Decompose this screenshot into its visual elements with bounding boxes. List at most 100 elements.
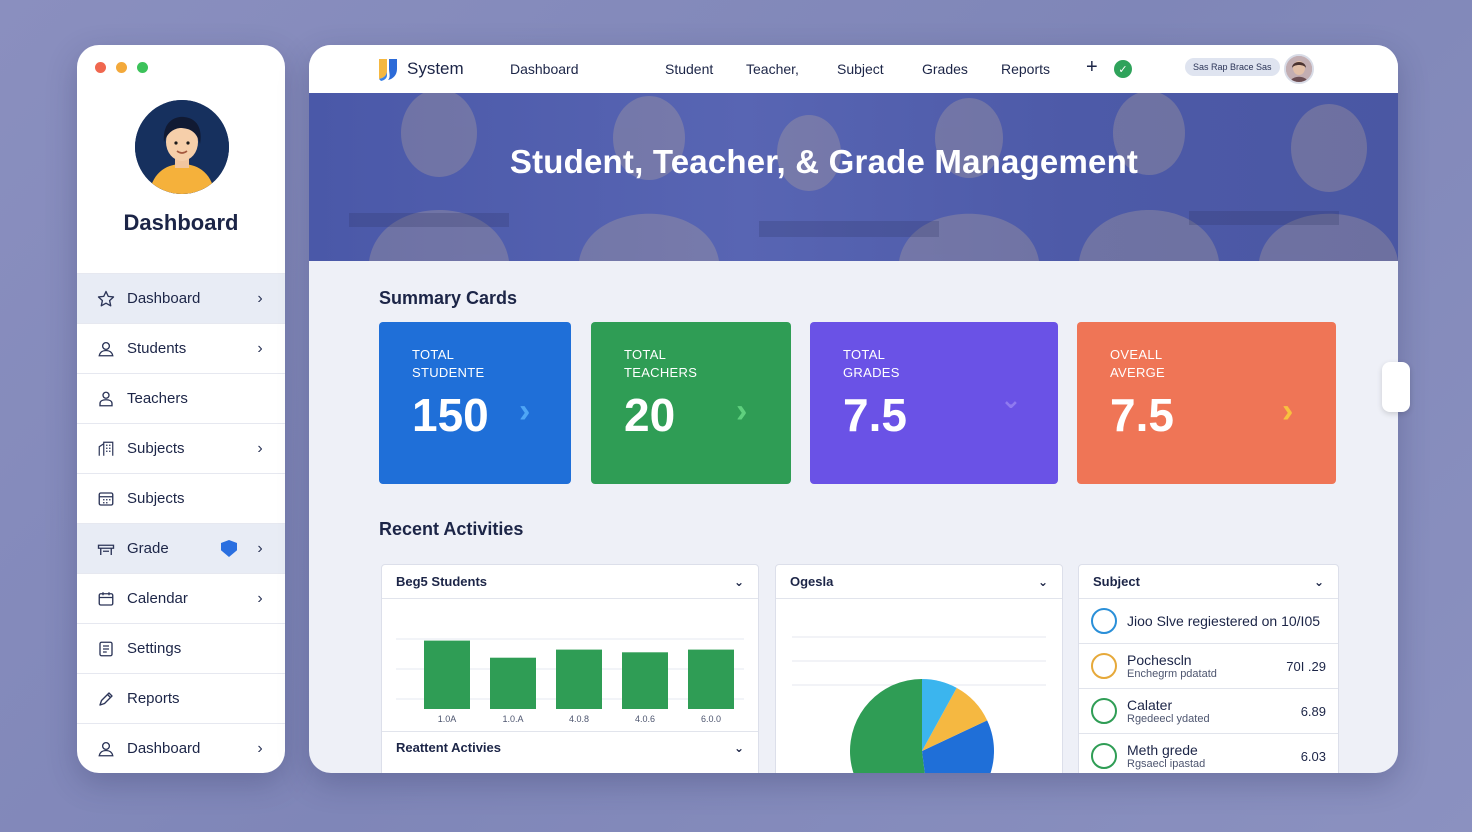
panel-title: Beg5 Students xyxy=(396,574,488,589)
pie-slice[interactable] xyxy=(850,679,931,773)
chevron-down-icon[interactable]: ⌄ xyxy=(734,575,744,589)
card-label-line2: AVERGE xyxy=(1110,365,1166,380)
sidebar-item-label: Grade xyxy=(127,540,169,557)
card-label-line2: STUDENTE xyxy=(412,365,485,380)
card-label-line1: TOTAL xyxy=(624,347,667,362)
sidebar-item-label: Reports xyxy=(127,690,180,707)
top-bar: System Dashboard Student Teacher, Subjec… xyxy=(309,45,1398,93)
clock-icon xyxy=(1091,653,1117,679)
sidebar-item-dashboard[interactable]: Dashboard › xyxy=(77,273,285,323)
card-value: 20 xyxy=(624,389,676,441)
side-panel-handle[interactable] xyxy=(1382,362,1410,412)
sidebar-item-calendar[interactable]: Calendar › xyxy=(77,573,285,623)
calendar-icon xyxy=(95,588,117,610)
sidebar-item-grade[interactable]: Grade › xyxy=(77,523,285,573)
maximize-dot[interactable] xyxy=(137,62,148,73)
window-controls xyxy=(95,62,148,73)
panel-header[interactable]: Ogesla ⌄ xyxy=(776,565,1062,599)
sidebar-item-settings[interactable]: Settings xyxy=(77,623,285,673)
user-name-pill[interactable]: Sas Rap Brace Sas xyxy=(1185,58,1280,76)
sidebar-item-label: Subjects xyxy=(127,490,185,507)
summary-section-title: Summary Cards xyxy=(379,288,518,308)
activity-row[interactable]: Meth grede Rgsaecl ipastad 6.03 xyxy=(1079,734,1338,773)
chevron-right-icon[interactable]: › xyxy=(519,392,530,431)
bar-tick-label: 1.0A xyxy=(438,714,457,724)
chevron-right-icon: › xyxy=(257,289,263,307)
document-icon xyxy=(95,638,117,660)
bar[interactable] xyxy=(688,649,734,709)
add-button[interactable]: + xyxy=(1086,56,1098,79)
user-icon xyxy=(95,338,117,360)
card-value: 150 xyxy=(412,389,489,441)
bar-tick-label: 4.0.6 xyxy=(635,714,655,724)
pie-chart xyxy=(792,636,1046,773)
sidebar-title: Dashboard xyxy=(123,210,239,235)
card-value: 7.5 xyxy=(1110,389,1174,441)
card-label-line2: TEACHERS xyxy=(624,365,698,380)
topnav-student[interactable]: Student xyxy=(665,61,713,77)
activity-subtitle: Rgsaecl ipastad xyxy=(1127,758,1206,770)
sidebar-item-subjects[interactable]: Subjects xyxy=(77,473,285,523)
chevron-right-icon: › xyxy=(257,539,263,557)
activity-subtitle: Rgedeecl ydated xyxy=(1127,713,1210,725)
sidebar-item-label: Students xyxy=(127,340,187,357)
pencil-icon xyxy=(95,688,117,710)
activity-value: 6.89 xyxy=(1300,703,1326,719)
subject-activity-panel: Subject ⌄ Jioo Slve regiestered on 10/I0… xyxy=(1078,564,1339,773)
chevron-right-icon[interactable]: › xyxy=(736,392,747,431)
clock-icon xyxy=(1091,608,1117,634)
sidebar-item-dashboard[interactable]: Dashboard › xyxy=(77,723,285,773)
chevron-down-icon[interactable]: ⌄ xyxy=(1314,575,1324,589)
close-dot[interactable] xyxy=(95,62,106,73)
panel-title: Subject xyxy=(1093,574,1140,589)
card-total-students[interactable]: TOTAL STUDENTE 150 › xyxy=(379,322,571,484)
bar[interactable] xyxy=(556,649,602,709)
sidebar-item-label: Subjects xyxy=(127,440,185,457)
topnav-teacher[interactable]: Teacher, xyxy=(746,61,799,77)
sidebar: Dashboard Dashboard › Students › Teachers Sub… xyxy=(77,45,285,773)
brand-name[interactable]: System xyxy=(407,59,464,79)
activity-value: 6.03 xyxy=(1300,748,1326,764)
shield-icon xyxy=(221,540,237,557)
status-online-icon[interactable]: ✓ xyxy=(1114,60,1132,78)
sidebar-item-label: Dashboard xyxy=(127,740,201,757)
bar-tick-label: 1.0.A xyxy=(502,714,523,724)
chevron-down-icon[interactable]: ⌄ xyxy=(1000,384,1022,415)
chevron-down-icon[interactable]: ⌄ xyxy=(1038,575,1048,589)
sidebar-item-label: Settings xyxy=(127,640,182,657)
topnav-dashboard[interactable]: Dashboard xyxy=(510,61,579,77)
hero-banner: Student, Teacher, & Grade Management xyxy=(309,93,1398,261)
activity-title: Pochescln xyxy=(1127,652,1192,668)
panel-footer[interactable]: Reattent Activies ⌄ xyxy=(382,731,758,763)
sidebar-item-reports[interactable]: Reports xyxy=(77,673,285,723)
panel-header[interactable]: Beg5 Students ⌄ xyxy=(382,565,758,599)
activity-title: Calater xyxy=(1127,697,1173,713)
chevron-right-icon[interactable]: › xyxy=(1282,392,1293,431)
chevron-down-icon[interactable]: ⌄ xyxy=(734,741,744,755)
bar[interactable] xyxy=(622,652,668,709)
bar[interactable] xyxy=(490,657,536,709)
sidebar-item-teachers[interactable]: Teachers xyxy=(77,373,285,423)
app-logo-icon[interactable] xyxy=(377,57,399,81)
sidebar-item-subjects[interactable]: Subjects › xyxy=(77,423,285,473)
bar[interactable] xyxy=(424,640,470,709)
sidebar-item-students[interactable]: Students › xyxy=(77,323,285,373)
panel-header[interactable]: Subject ⌄ xyxy=(1079,565,1338,599)
card-overall-average[interactable]: OVEALL AVERGE 7.5 › xyxy=(1077,322,1336,484)
activity-row[interactable]: Jioo Slve regiestered on 10/I05 xyxy=(1079,599,1338,644)
topnav-grades[interactable]: Grades xyxy=(922,61,968,77)
bar-chart: 1.0A 1.0.A 4.0.8 4.0.6 6.0.0 xyxy=(396,638,744,724)
minimize-dot[interactable] xyxy=(116,62,127,73)
activity-row[interactable]: Calater Rgedeecl ydated 6.89 xyxy=(1079,689,1338,734)
card-label-line1: TOTAL xyxy=(843,347,886,362)
card-label-line2: GRADES xyxy=(843,365,900,380)
pie-chart-panel: Ogesla ⌄ xyxy=(775,564,1063,773)
activity-row[interactable]: Pochescln Enchegrm pdatatd 70I .29 xyxy=(1079,644,1338,689)
card-total-teachers[interactable]: TOTAL TEACHERS 20 › xyxy=(591,322,791,484)
user-avatar[interactable] xyxy=(1284,54,1314,84)
topnav-reports[interactable]: Reports xyxy=(1001,61,1050,77)
card-total-grades[interactable]: TOTAL GRADES 7.5 ⌄ xyxy=(810,322,1058,484)
profile-avatar[interactable] xyxy=(135,100,229,194)
activity-value: 70I .29 xyxy=(1286,658,1326,674)
topnav-subject[interactable]: Subject xyxy=(837,61,884,77)
